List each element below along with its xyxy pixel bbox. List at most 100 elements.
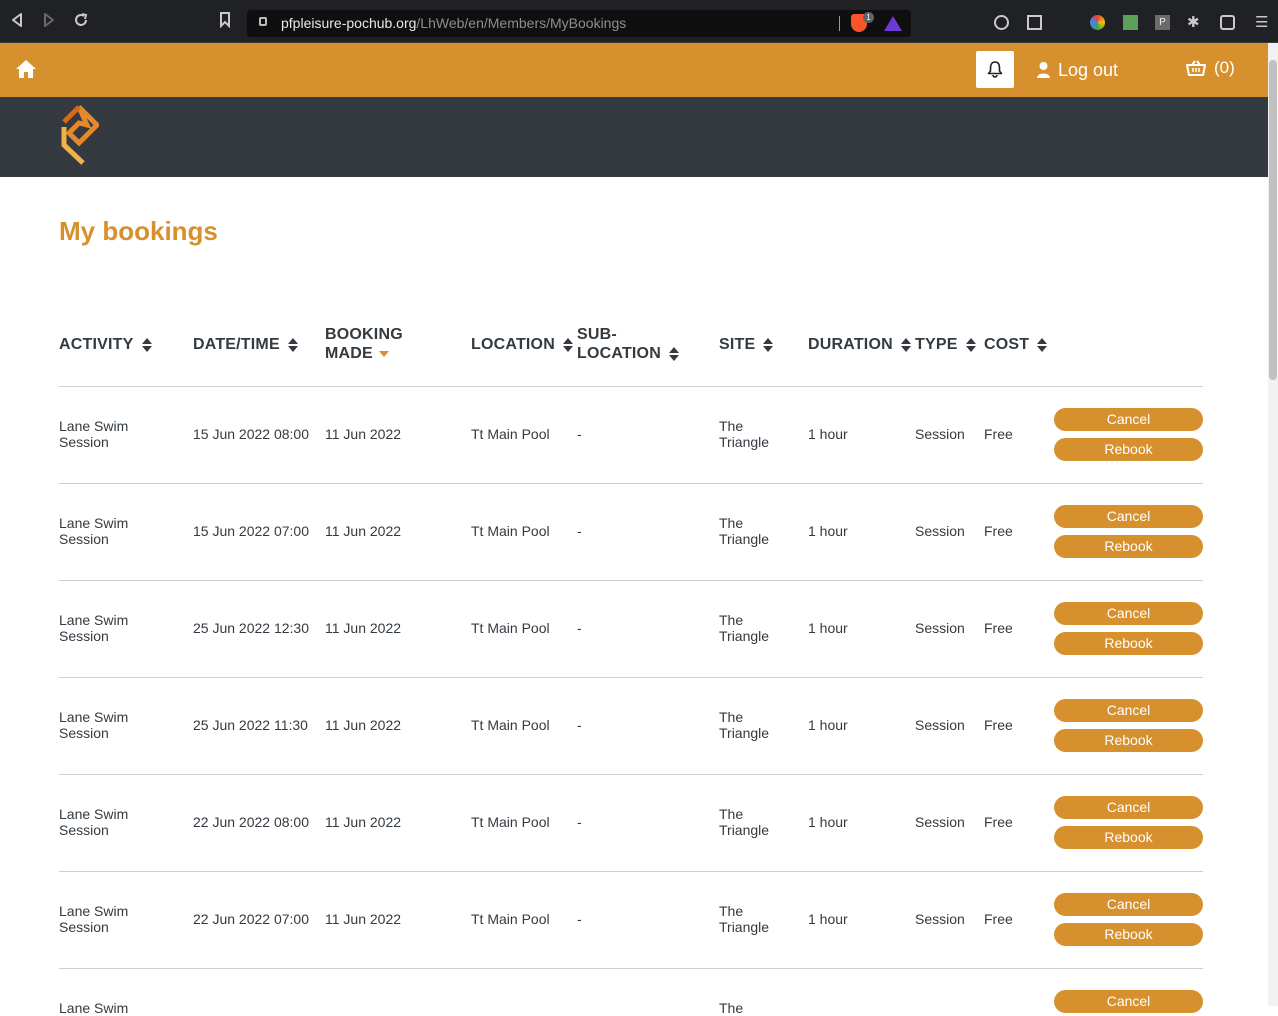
forward-icon[interactable]	[40, 12, 58, 30]
table-row-divider	[59, 580, 1203, 581]
cost-cell: Free	[984, 717, 1013, 733]
cancel-button[interactable]: Cancel	[1054, 699, 1203, 722]
column-header-activity[interactable]: ACTIVITY	[59, 335, 152, 354]
activity-cell: Lane Swim	[59, 903, 129, 919]
browser-toolbar: pfpleisure-pochub.org/LhWeb/en/Members/M…	[0, 0, 1278, 43]
home-icon[interactable]	[15, 59, 37, 79]
column-header-type[interactable]: TYPE	[915, 335, 976, 354]
activity-cell: Lane Swim	[59, 1000, 129, 1016]
rebook-button[interactable]: Rebook	[1054, 826, 1203, 849]
sort-icon	[668, 346, 679, 361]
sort-icon	[562, 337, 573, 352]
rewards-icon[interactable]	[884, 16, 902, 31]
sort-icon	[1037, 337, 1048, 352]
table-row-divider	[59, 677, 1203, 678]
sublocation-cell: -	[577, 717, 582, 733]
bell-icon	[987, 61, 1003, 78]
site-cell: The	[719, 709, 744, 725]
activity-cell: Lane Swim	[59, 418, 129, 434]
cost-cell: Free	[984, 814, 1013, 830]
sort-icon	[287, 337, 298, 352]
cost-cell: Free	[984, 620, 1013, 636]
location-cell: Tt Main Pool	[471, 523, 550, 539]
booking-made-cell: 11 Jun 2022	[325, 620, 402, 636]
extension-square-icon[interactable]	[1027, 15, 1042, 30]
extensions-puzzle-icon[interactable]: ✱	[1187, 15, 1202, 30]
booking-made-cell: 11 Jun 2022	[325, 523, 402, 539]
type-cell: Session	[915, 911, 965, 927]
rebook-button[interactable]: Rebook	[1054, 923, 1203, 946]
cancel-button[interactable]: Cancel	[1054, 408, 1203, 431]
cancel-button[interactable]: Cancel	[1054, 796, 1203, 819]
column-header-location[interactable]: LOCATION	[471, 335, 573, 354]
brand-bar	[0, 97, 1268, 177]
duration-cell: 1 hour	[808, 426, 848, 442]
cancel-button[interactable]: Cancel	[1054, 505, 1203, 528]
column-header-cost[interactable]: COST	[984, 335, 1048, 354]
datetime-cell: 22 Jun 2022 08:00	[193, 814, 309, 830]
site-cell: The	[719, 418, 744, 434]
sort-icon	[763, 337, 774, 352]
notifications-button[interactable]	[976, 51, 1014, 88]
column-header-sublocation[interactable]: SUB- LOCATION	[577, 325, 679, 363]
column-header-site[interactable]: SITE	[719, 335, 774, 354]
site-cell: Triangle	[719, 531, 770, 547]
rebook-button[interactable]: Rebook	[1054, 535, 1203, 558]
duration-cell: 1 hour	[808, 814, 848, 830]
datetime-cell: 25 Jun 2022 11:30	[193, 717, 308, 733]
activity-cell: Session	[59, 434, 109, 450]
bookmark-icon[interactable]	[216, 12, 234, 30]
site-cell: The	[719, 1000, 744, 1016]
column-header-booking-made[interactable]: BOOKING MADE	[325, 325, 403, 363]
site-cell: Triangle	[719, 725, 770, 741]
activity-cell: Lane Swim	[59, 806, 129, 822]
cost-cell: Free	[984, 911, 1013, 927]
column-header-datetime[interactable]: DATE/TIME	[193, 335, 298, 354]
shield-count-badge: 1	[863, 12, 874, 23]
extension-target-icon[interactable]	[994, 15, 1009, 30]
basket-count: (0)	[1214, 58, 1235, 77]
activity-cell: Session	[59, 725, 109, 741]
sort-icon	[965, 337, 976, 352]
cancel-button[interactable]: Cancel	[1054, 893, 1203, 916]
booking-made-cell: 11 Jun 2022	[325, 814, 402, 830]
extension-p-icon[interactable]: P	[1155, 15, 1170, 30]
menu-icon[interactable]: ☰	[1255, 15, 1270, 30]
datetime-cell: 25 Jun 2022 12:30	[193, 620, 309, 636]
site-cell: Triangle	[719, 434, 770, 450]
column-header-duration[interactable]: DURATION	[808, 335, 911, 354]
site-logo[interactable]	[59, 105, 101, 172]
extension-green-icon[interactable]	[1123, 15, 1138, 30]
wallet-icon[interactable]	[1220, 15, 1235, 30]
sublocation-cell: -	[577, 620, 582, 636]
booking-made-cell: 11 Jun 2022	[325, 717, 402, 733]
rebook-button[interactable]: Rebook	[1054, 632, 1203, 655]
type-cell: Session	[915, 814, 965, 830]
lock-icon	[259, 17, 267, 26]
back-icon[interactable]	[8, 12, 26, 30]
extension-color-icon[interactable]	[1090, 15, 1105, 30]
cancel-button[interactable]: Cancel	[1054, 990, 1203, 1013]
page-title: My bookings	[59, 216, 218, 246]
sublocation-cell: -	[577, 911, 582, 927]
activity-cell: Session	[59, 628, 109, 644]
location-cell: Tt Main Pool	[471, 717, 550, 733]
cancel-button[interactable]: Cancel	[1054, 602, 1203, 625]
type-cell: Session	[915, 523, 965, 539]
table-row-divider	[59, 483, 1203, 484]
datetime-cell: 15 Jun 2022 07:00	[193, 523, 309, 539]
duration-cell: 1 hour	[808, 717, 848, 733]
rebook-button[interactable]: Rebook	[1054, 438, 1203, 461]
sort-desc-icon	[378, 350, 389, 357]
page-scrollbar-thumb[interactable]	[1269, 60, 1277, 380]
site-cell: The	[719, 806, 744, 822]
address-bar[interactable]: pfpleisure-pochub.org/LhWeb/en/Members/M…	[247, 10, 911, 37]
location-cell: Tt Main Pool	[471, 426, 550, 442]
type-cell: Session	[915, 717, 965, 733]
sort-icon	[900, 337, 911, 352]
rebook-button[interactable]: Rebook	[1054, 729, 1203, 752]
address-separator	[839, 16, 840, 31]
reload-icon[interactable]	[72, 12, 90, 30]
table-row-divider	[59, 871, 1203, 872]
activity-cell: Session	[59, 919, 109, 935]
